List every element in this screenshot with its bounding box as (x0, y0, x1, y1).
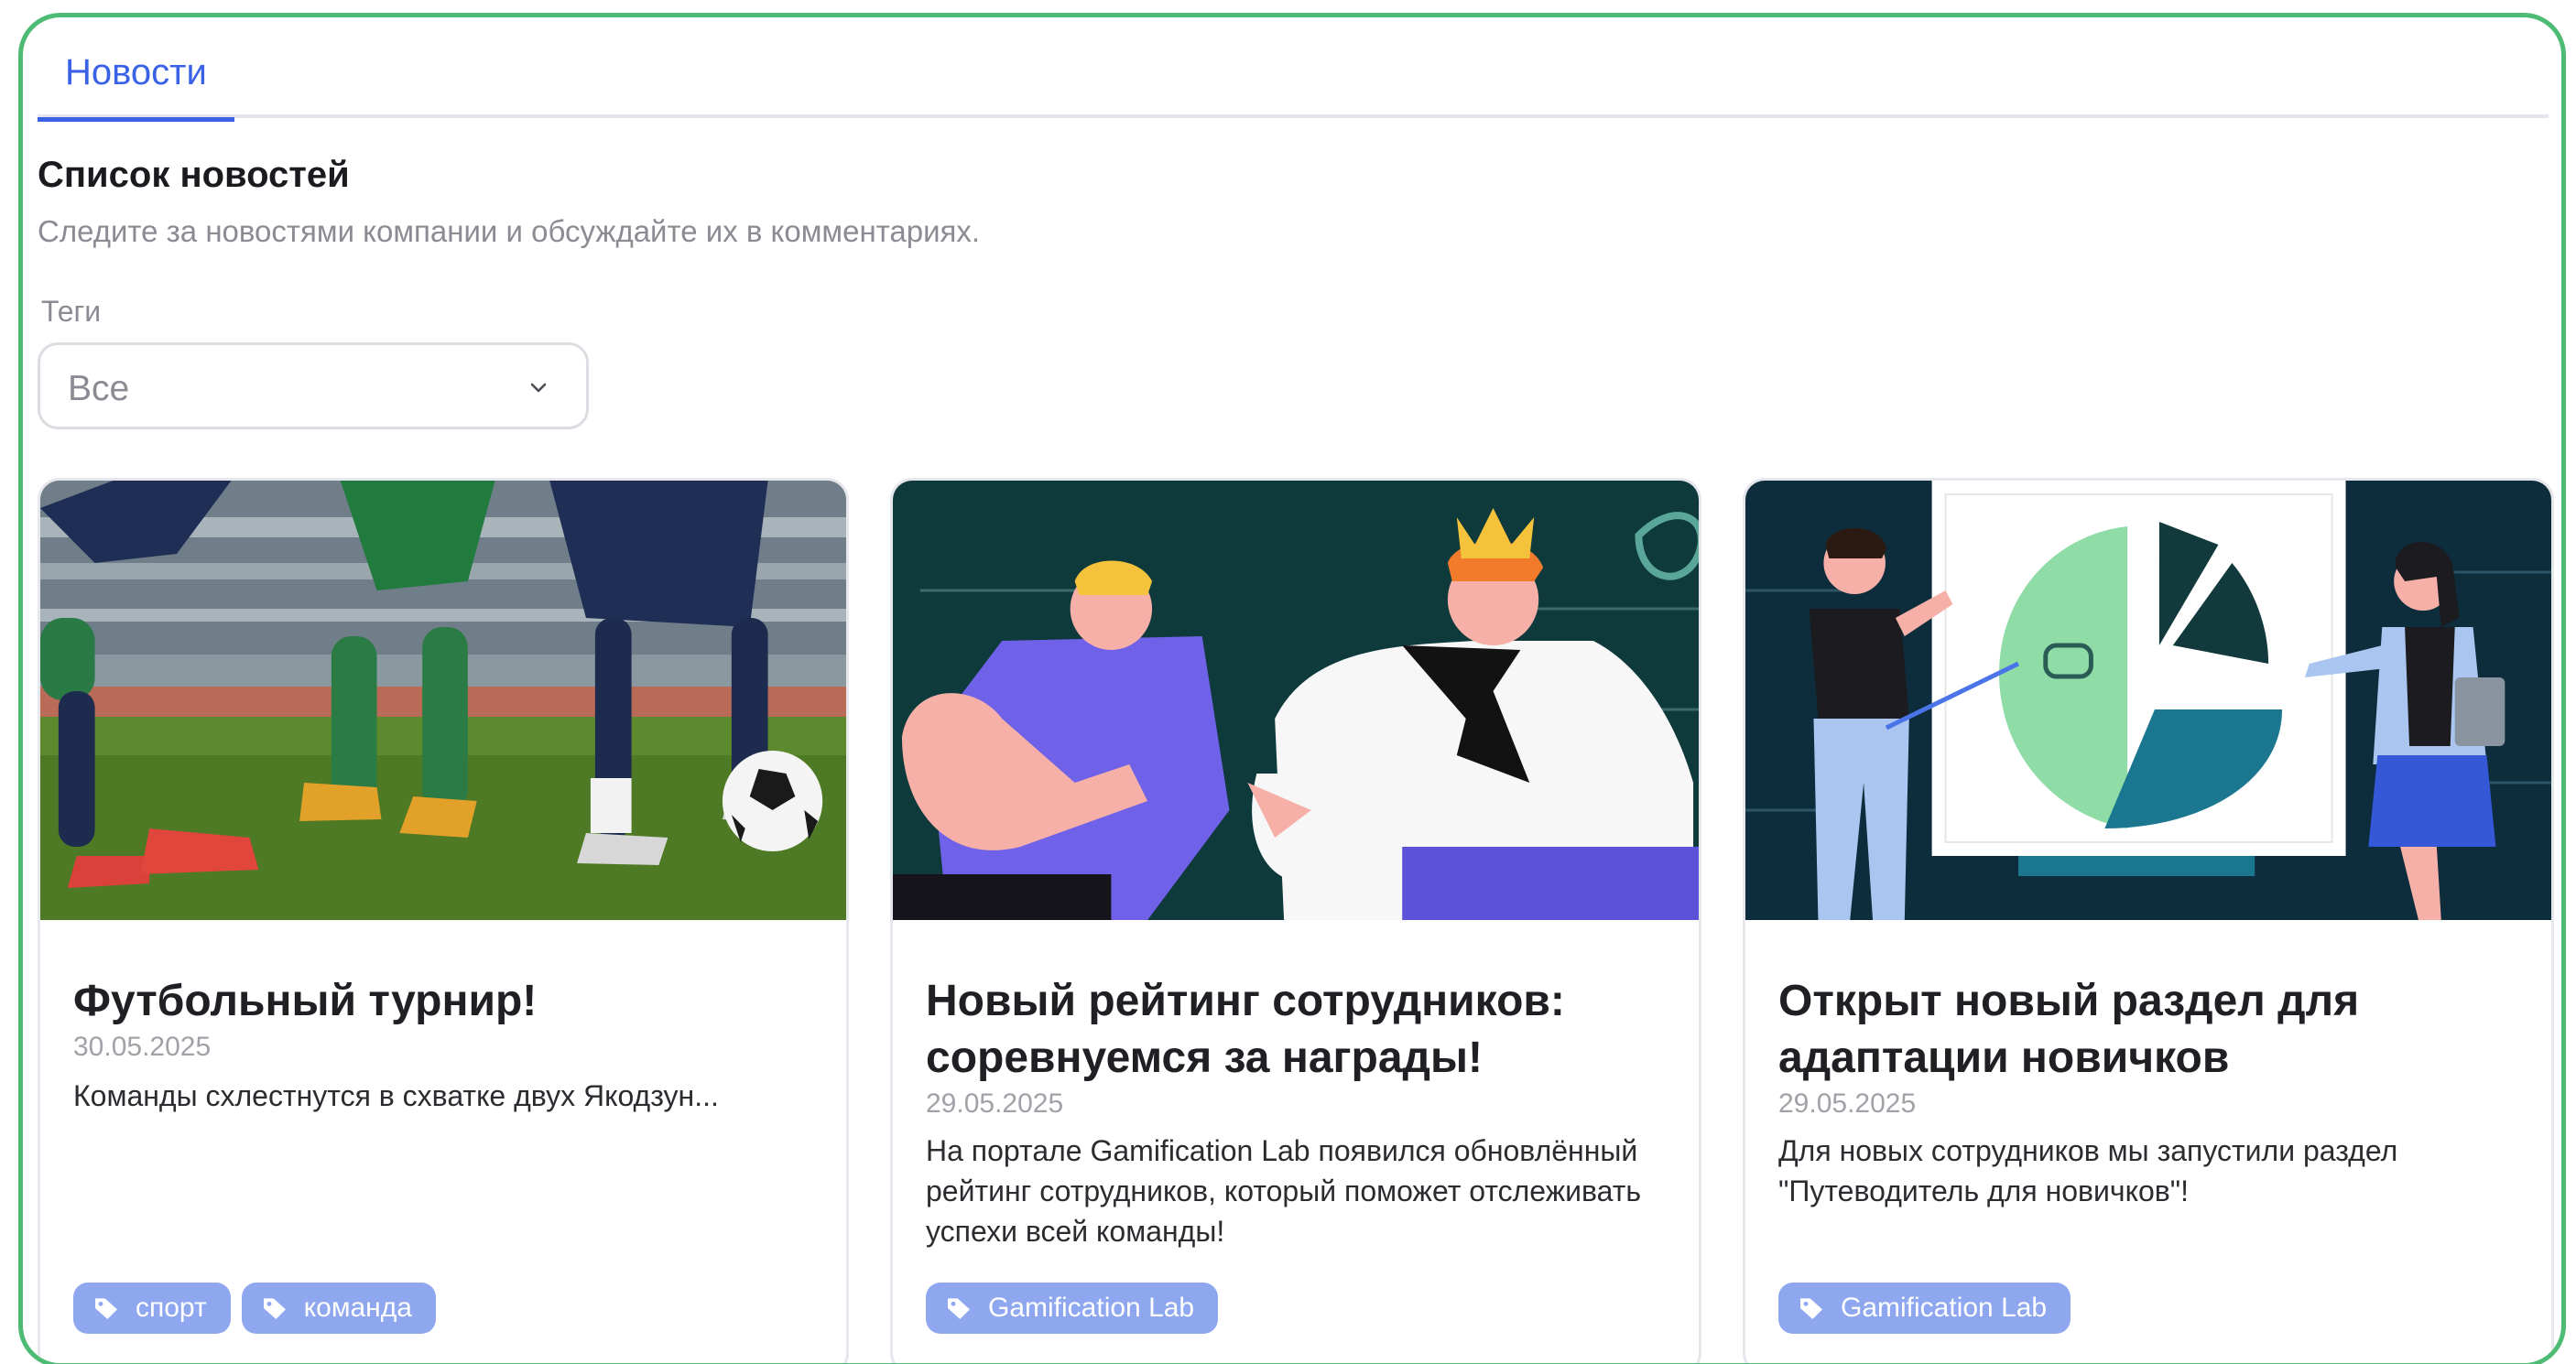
news-excerpt: Для новых сотрудников мы запустили разде… (1778, 1134, 2398, 1207)
tag-chip[interactable]: Gamification Lab (1778, 1283, 2071, 1334)
chevron-down-icon (530, 383, 547, 393)
tag-chip[interactable]: команда (241, 1283, 436, 1334)
rating-image (893, 481, 1699, 920)
news-panel: Новости Список новостей Следите за новос… (18, 13, 2566, 1364)
news-excerpt: Команды схлестнутся в схватке двух Якодз… (73, 1079, 719, 1112)
tags-filter-label: Теги (41, 295, 102, 328)
tags-filter-select[interactable]: Все (38, 342, 589, 429)
tab-news[interactable]: Новости (38, 17, 234, 122)
news-date: 29.05.2025 (926, 1088, 1064, 1119)
page-description: Следите за новостями компании и обсуждай… (38, 214, 981, 248)
tab-bar: Новости (38, 17, 2549, 122)
tag-label: команда (303, 1293, 412, 1323)
football-match-image (40, 481, 846, 920)
news-card[interactable]: Футбольный турнир! 30.05.2025 Команды сх… (38, 478, 849, 1363)
tag-icon (948, 1298, 970, 1319)
news-title[interactable]: Футбольный турнир! (73, 973, 806, 1030)
news-title[interactable]: Открыт новый раздел для адаптации новичк… (1778, 973, 2511, 1087)
tag-chip[interactable]: спорт (73, 1283, 231, 1334)
news-title[interactable]: Новый рейтинг сотрудников: соревнуемся з… (926, 973, 1658, 1087)
tag-icon (1800, 1298, 1822, 1319)
tag-label: спорт (136, 1293, 207, 1323)
tags-filter-value: Все (68, 369, 130, 408)
news-tags: Gamification Lab (926, 1283, 1219, 1334)
news-excerpt: На портале Gamification Lab появился обн… (926, 1134, 1642, 1248)
tag-icon (263, 1298, 286, 1319)
news-card[interactable]: Открыт новый раздел для адаптации новичк… (1743, 478, 2554, 1363)
tag-chip[interactable]: Gamification Lab (926, 1283, 1219, 1334)
news-date: 29.05.2025 (1778, 1088, 1917, 1119)
onboarding-image (1745, 481, 2551, 920)
tag-icon (95, 1298, 117, 1319)
page-title: Список новостей (38, 155, 350, 195)
news-card[interactable]: Новый рейтинг сотрудников: соревнуемся з… (890, 478, 1701, 1363)
news-date: 30.05.2025 (73, 1032, 212, 1062)
tag-label: Gamification Lab (988, 1293, 1195, 1323)
news-tags: спорт команда (73, 1283, 436, 1334)
tag-label: Gamification Lab (1841, 1293, 2048, 1323)
news-tags: Gamification Lab (1778, 1283, 2071, 1334)
